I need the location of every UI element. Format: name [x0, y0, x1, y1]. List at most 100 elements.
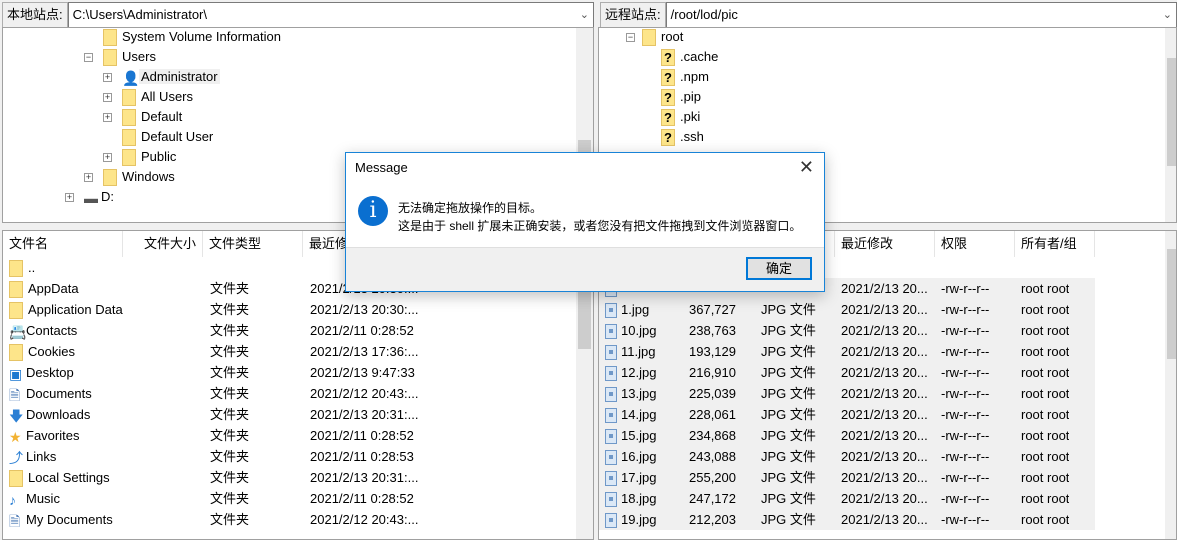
- tree-item[interactable]: System Volume Information: [103, 28, 281, 47]
- file-name: Favorites: [26, 428, 80, 443]
- file-name: 19.jpg: [621, 512, 657, 527]
- file-row[interactable]: ♪ Music 文件夹 2021/2/11 0:28:52: [3, 488, 573, 509]
- file-row[interactable]: 10.jpg 238,763 JPG 文件 2021/2/13 20... -rw-r-…: [599, 320, 1095, 341]
- file-type: JPG 文件: [761, 470, 816, 485]
- close-icon[interactable]: ✕: [799, 157, 814, 178]
- file-row[interactable]: Cookies 文件夹 2021/2/13 17:36:...: [3, 341, 573, 362]
- file-type: JPG 文件: [761, 428, 816, 443]
- expander-plus-icon[interactable]: +: [103, 113, 112, 122]
- expander-minus-icon[interactable]: −: [626, 33, 635, 42]
- file-name: 17.jpg: [621, 470, 657, 485]
- file-row[interactable]: 📇Contacts 文件夹 2021/2/11 0:28:52: [3, 320, 573, 341]
- file-name-cell: 16.jpg: [605, 446, 695, 467]
- tree-item-label: All Users: [141, 89, 194, 104]
- tree-item-label: .pki: [680, 109, 701, 124]
- chevron-down-icon[interactable]: ⌄: [580, 3, 589, 27]
- file-row[interactable]: 14.jpg 228,061 JPG 文件 2021/2/13 20... -rw-r-…: [599, 404, 1095, 425]
- file-name-cell: 13.jpg: [605, 383, 695, 404]
- file-name: 12.jpg: [621, 365, 657, 380]
- file-name-cell: ..: [9, 257, 199, 278]
- expander-plus-icon[interactable]: +: [103, 153, 112, 162]
- file-row[interactable]: 🗎 Documents 文件夹 2021/2/12 20:43:...: [3, 383, 573, 404]
- file-name-cell: ♪ Music: [9, 488, 199, 509]
- tree-item[interactable]: Default: [122, 107, 182, 127]
- tree-item[interactable]: 👤 Administrator: [122, 67, 220, 87]
- column-header[interactable]: 文件类型: [203, 231, 303, 257]
- file-row[interactable]: ▣ Desktop 文件夹 2021/2/13 9:47:33: [3, 362, 573, 383]
- tree-item[interactable]: ? .cache: [661, 47, 718, 67]
- folder-icon: [9, 344, 23, 362]
- remote-site-bar: 远程站点: /root/lod/pic ⌄: [600, 2, 1177, 28]
- file-name: 15.jpg: [621, 428, 657, 443]
- tree-item[interactable]: ? .ssh: [661, 127, 704, 147]
- column-header[interactable]: 所有者/组: [1015, 231, 1095, 257]
- file-row[interactable]: ⤴ Links 文件夹 2021/2/11 0:28:53: [3, 446, 573, 467]
- column-header[interactable]: 最近修改: [835, 231, 935, 257]
- chevron-down-icon[interactable]: ⌄: [1163, 3, 1172, 27]
- remote-path-input[interactable]: /root/lod/pic ⌄: [665, 2, 1177, 28]
- file-size: 247,172: [689, 491, 736, 506]
- folder-icon: [642, 29, 656, 47]
- file-row[interactable]: 13.jpg 225,039 JPG 文件 2021/2/13 20... -rw-r-…: [599, 383, 1095, 404]
- message-dialog: Message ✕ i 无法确定拖放操作的目标。 这是由于 shell 扩展未正…: [345, 152, 825, 292]
- file-name-cell: Application Data: [9, 299, 199, 320]
- file-row[interactable]: 🡇 Downloads 文件夹 2021/2/13 20:31:...: [3, 404, 573, 425]
- file-perms: -rw-r--r--: [941, 407, 990, 422]
- file-name-cell: 📇Contacts: [9, 320, 199, 341]
- folder-icon: [122, 149, 136, 167]
- file-name: ..: [28, 260, 36, 275]
- file-row[interactable]: 17.jpg 255,200 JPG 文件 2021/2/13 20... -rw-r-…: [599, 467, 1095, 488]
- file-name: Downloads: [26, 407, 91, 422]
- expander-plus-icon[interactable]: +: [103, 93, 112, 102]
- file-modified: 2021/2/13 20...: [841, 365, 928, 380]
- expander-plus-icon[interactable]: +: [84, 173, 93, 182]
- file-row[interactable]: 12.jpg 216,910 JPG 文件 2021/2/13 20... -rw-r-…: [599, 362, 1095, 383]
- file-row[interactable]: 15.jpg 234,868 JPG 文件 2021/2/13 20... -rw-r-…: [599, 425, 1095, 446]
- remote-list-scrollbar[interactable]: [1165, 231, 1176, 539]
- tree-item[interactable]: Windows: [103, 167, 175, 187]
- file-row[interactable]: 18.jpg 247,172 JPG 文件 2021/2/13 20... -rw-r-…: [599, 488, 1095, 509]
- tree-item[interactable]: ? .npm: [661, 67, 709, 87]
- file-row[interactable]: Application Data 文件夹 2021/2/13 20:30:...: [3, 299, 573, 320]
- tree-item[interactable]: ? .pip: [661, 87, 701, 107]
- tree-item[interactable]: All Users: [122, 87, 193, 107]
- file-name-cell: 14.jpg: [605, 404, 695, 425]
- local-path-input[interactable]: C:\Users\Administrator\ ⌄: [67, 2, 594, 28]
- expander-plus-icon[interactable]: +: [65, 193, 74, 202]
- column-header[interactable]: 文件大小: [123, 231, 203, 257]
- file-name: 10.jpg: [621, 323, 657, 338]
- tree-item[interactable]: Default User: [122, 127, 213, 147]
- column-header[interactable]: 权限: [935, 231, 1015, 257]
- file-row[interactable]: 11.jpg 193,129 JPG 文件 2021/2/13 20... -rw-r-…: [599, 341, 1095, 362]
- file-perms: -rw-r--r--: [941, 281, 990, 296]
- file-name-cell: ★ Favorites: [9, 425, 199, 446]
- file-name: AppData: [28, 281, 79, 296]
- file-type: JPG 文件: [761, 449, 816, 464]
- file-name-cell: Local Settings: [9, 467, 199, 488]
- remote-tree-scrollbar[interactable]: [1165, 28, 1176, 222]
- tree-item[interactable]: root: [642, 28, 683, 47]
- file-type: 文件夹: [210, 407, 250, 422]
- file-row[interactable]: 16.jpg 243,088 JPG 文件 2021/2/13 20... -rw-r-…: [599, 446, 1095, 467]
- ok-button[interactable]: 确定: [746, 257, 812, 280]
- expander-minus-icon[interactable]: −: [84, 53, 93, 62]
- file-row[interactable]: ★ Favorites 文件夹 2021/2/11 0:28:52: [3, 425, 573, 446]
- file-perms: -rw-r--r--: [941, 428, 990, 443]
- file-row[interactable]: 🗎 My Documents 文件夹 2021/2/12 20:43:...: [3, 509, 573, 530]
- file-name-cell: AppData: [9, 278, 199, 299]
- file-row[interactable]: Local Settings 文件夹 2021/2/13 20:31:...: [3, 467, 573, 488]
- file-name: Music: [26, 491, 60, 506]
- file-modified: 2021/2/13 20:31:...: [310, 407, 419, 422]
- file-name: Desktop: [26, 365, 74, 380]
- file-owner: root root: [1021, 302, 1070, 317]
- tree-item[interactable]: Public: [122, 147, 176, 167]
- tree-item-label: .cache: [680, 49, 719, 64]
- column-header[interactable]: 文件名: [3, 231, 123, 257]
- file-row[interactable]: 19.jpg 212,203 JPG 文件 2021/2/13 20... -rw-r-…: [599, 509, 1095, 530]
- file-type: JPG 文件: [761, 323, 816, 338]
- tree-item[interactable]: Users: [103, 47, 156, 67]
- tree-item[interactable]: ▬ D:: [84, 187, 114, 207]
- expander-plus-icon[interactable]: +: [103, 73, 112, 82]
- file-row[interactable]: 1.jpg 367,727 JPG 文件 2021/2/13 20... -rw-r--…: [599, 299, 1095, 320]
- tree-item[interactable]: ? .pki: [661, 107, 700, 127]
